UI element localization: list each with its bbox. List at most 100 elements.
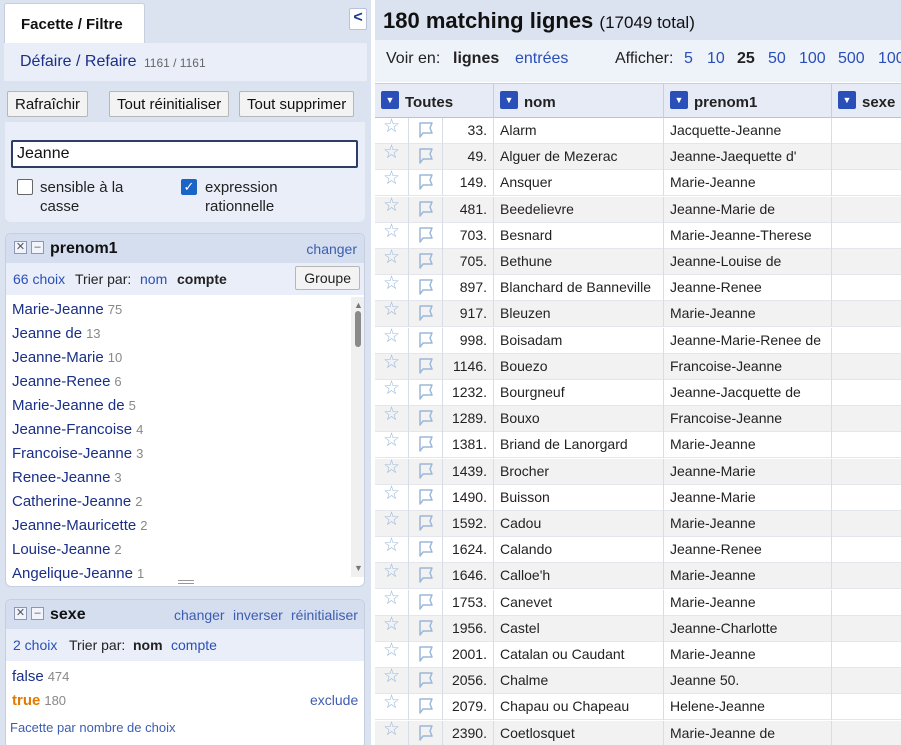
column-header-nom[interactable]: ▼ nom — [494, 84, 664, 118]
flag-icon[interactable] — [409, 720, 443, 745]
flag-icon[interactable] — [409, 170, 443, 197]
sort-by-count-link[interactable]: compte — [171, 637, 217, 653]
star-icon[interactable]: ☆ — [375, 249, 409, 275]
flag-icon[interactable] — [409, 275, 443, 302]
facet-choice[interactable]: Louise-Jeanne 2 — [12, 541, 122, 558]
flag-icon[interactable] — [409, 642, 443, 668]
facet-change-link[interactable]: changer — [306, 241, 357, 257]
page-size-500[interactable]: 500 — [838, 50, 865, 68]
case-sensitive-checkbox[interactable] — [17, 179, 33, 195]
column-header-all[interactable]: ▼ Toutes — [375, 84, 494, 118]
facet-choice[interactable]: Jeanne-Mauricette 2 — [12, 517, 147, 534]
star-icon[interactable]: ☆ — [375, 484, 409, 511]
remove-all-button[interactable]: Tout supprimer — [239, 91, 355, 117]
star-icon[interactable]: ☆ — [375, 668, 409, 695]
column-header-sexe[interactable]: ▼ sexe — [832, 84, 901, 118]
column-header-prenom1[interactable]: ▼ prenom1 — [664, 84, 832, 118]
text-filter-input[interactable]: Jeanne — [11, 140, 358, 168]
facet-scrollbar[interactable]: ▲ ▼ — [351, 297, 364, 577]
star-icon[interactable]: ☆ — [375, 170, 409, 197]
page-size-25[interactable]: 25 — [737, 50, 755, 68]
flag-icon[interactable] — [409, 353, 443, 380]
star-icon[interactable]: ☆ — [375, 222, 409, 249]
scroll-up-icon[interactable]: ▲ — [354, 300, 363, 310]
star-icon[interactable]: ☆ — [375, 144, 409, 171]
minimize-facet-icon[interactable]: – — [31, 607, 44, 620]
sort-by-count-link[interactable]: compte — [177, 271, 227, 287]
facet-choice[interactable]: Francoise-Jeanne 3 — [12, 445, 143, 462]
facet-reset-link[interactable]: réinitialiser — [291, 607, 358, 623]
facet-invert-link[interactable]: inverser — [233, 607, 283, 623]
page-size-10[interactable]: 10 — [707, 50, 725, 68]
remove-facet-icon[interactable]: ✕ — [14, 241, 27, 254]
page-size-1000[interactable]: 1000 — [878, 50, 901, 68]
star-icon[interactable]: ☆ — [375, 589, 409, 616]
flag-icon[interactable] — [409, 694, 443, 721]
flag-icon[interactable] — [409, 432, 443, 459]
collapse-panel-icon[interactable]: < — [349, 8, 367, 30]
facet-choice[interactable]: Marie-Jeanne de 5 — [12, 397, 136, 414]
undo-redo-link[interactable]: Défaire / Refaire — [20, 53, 137, 71]
flag-icon[interactable] — [409, 615, 443, 642]
facet-by-count-link[interactable]: Facette par nombre de choix — [10, 720, 175, 735]
facet-choice[interactable]: Jeanne de 13 — [12, 325, 101, 342]
flag-icon[interactable] — [409, 196, 443, 223]
column-menu-icon[interactable]: ▼ — [670, 91, 688, 109]
flag-icon[interactable] — [409, 144, 443, 171]
exclude-link[interactable]: exclude — [310, 692, 358, 708]
star-icon[interactable]: ☆ — [375, 537, 409, 564]
flag-icon[interactable] — [409, 118, 443, 144]
flag-icon[interactable] — [409, 563, 443, 590]
page-size-50[interactable]: 50 — [768, 50, 786, 68]
facet-resize-handle[interactable] — [178, 580, 194, 584]
regex-checkbox[interactable]: ✓ — [181, 179, 197, 195]
facet-choice[interactable]: Jeanne-Renee 6 — [12, 373, 122, 390]
page-size-5[interactable]: 5 — [684, 50, 693, 68]
flag-icon[interactable] — [409, 668, 443, 695]
column-menu-icon[interactable]: ▼ — [838, 91, 856, 109]
remove-facet-icon[interactable]: ✕ — [14, 607, 27, 620]
star-icon[interactable]: ☆ — [375, 327, 409, 354]
flag-icon[interactable] — [409, 301, 443, 328]
star-icon[interactable]: ☆ — [375, 615, 409, 642]
facet-choice-true[interactable]: true 180 — [12, 692, 66, 709]
column-menu-icon[interactable]: ▼ — [381, 91, 399, 109]
refresh-button[interactable]: Rafraîchir — [7, 91, 89, 117]
flag-icon[interactable] — [409, 380, 443, 406]
tab-facet-filter[interactable]: Facette / Filtre — [4, 3, 145, 44]
flag-icon[interactable] — [409, 249, 443, 275]
facet-choice-false[interactable]: false 474 — [12, 668, 69, 685]
star-icon[interactable]: ☆ — [375, 406, 409, 433]
star-icon[interactable]: ☆ — [375, 563, 409, 590]
flag-icon[interactable] — [409, 222, 443, 249]
facet-choice[interactable]: Marie-Jeanne 75 — [12, 301, 122, 318]
star-icon[interactable]: ☆ — [375, 275, 409, 302]
scroll-down-icon[interactable]: ▼ — [354, 563, 363, 573]
facet-choice[interactable]: Jeanne-Francoise 4 — [12, 421, 143, 438]
flag-icon[interactable] — [409, 484, 443, 511]
flag-icon[interactable] — [409, 537, 443, 564]
star-icon[interactable]: ☆ — [375, 458, 409, 485]
star-icon[interactable]: ☆ — [375, 380, 409, 406]
facet-choice[interactable]: Renee-Jeanne 3 — [12, 469, 122, 486]
star-icon[interactable]: ☆ — [375, 694, 409, 721]
group-button[interactable]: Groupe — [295, 266, 360, 290]
flag-icon[interactable] — [409, 458, 443, 485]
star-icon[interactable]: ☆ — [375, 720, 409, 745]
page-size-100[interactable]: 100 — [799, 50, 826, 68]
sort-by-name-link[interactable]: nom — [133, 637, 163, 653]
facet-choice[interactable]: Angelique-Jeanne 1 — [12, 565, 144, 582]
view-records-link[interactable]: entrées — [515, 50, 568, 68]
minimize-facet-icon[interactable]: – — [31, 241, 44, 254]
star-icon[interactable]: ☆ — [375, 196, 409, 223]
facet-choice[interactable]: Jeanne-Marie 10 — [12, 349, 122, 366]
flag-icon[interactable] — [409, 589, 443, 616]
facet-change-link[interactable]: changer — [174, 607, 225, 623]
sort-by-name-link[interactable]: nom — [140, 271, 167, 287]
reset-all-button[interactable]: Tout réinitialiser — [109, 91, 230, 117]
view-rows-link[interactable]: lignes — [453, 50, 499, 68]
star-icon[interactable]: ☆ — [375, 353, 409, 380]
star-icon[interactable]: ☆ — [375, 301, 409, 328]
star-icon[interactable]: ☆ — [375, 118, 409, 144]
flag-icon[interactable] — [409, 406, 443, 433]
